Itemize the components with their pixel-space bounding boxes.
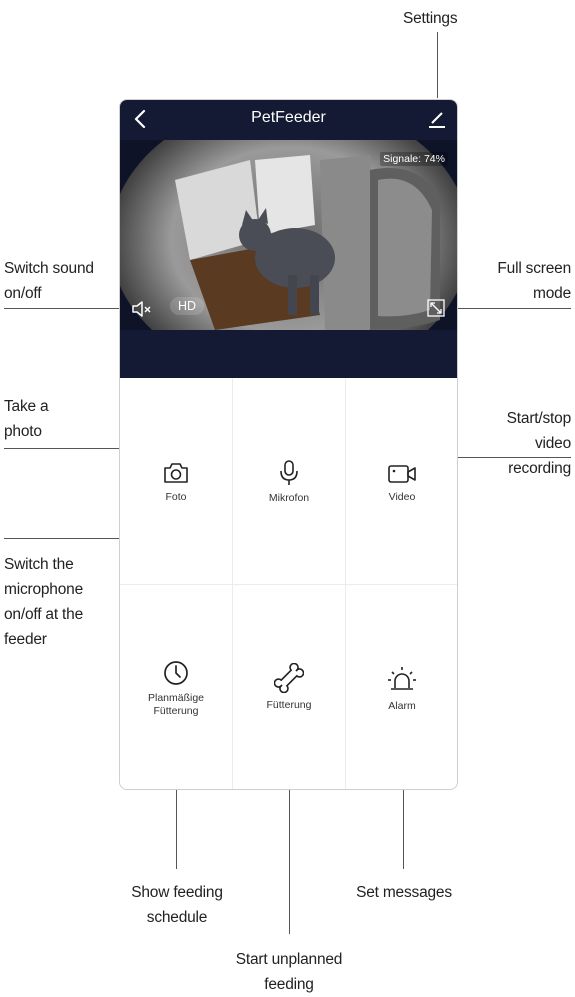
app-title: PetFeeder (251, 109, 326, 126)
pencil-icon[interactable] (427, 109, 447, 129)
video-button[interactable]: Video (346, 463, 457, 504)
foto-label: Foto (165, 491, 187, 503)
alarm-label: Alarm (388, 700, 416, 712)
schedule-label-line-2: Fütterung (153, 705, 199, 717)
switch-sound-leader-line (4, 308, 127, 309)
schedule-button[interactable]: Planmäßige Fütterung (120, 660, 232, 718)
full-screen-annotation: Full screen mode (497, 260, 571, 302)
video-footer-strip (120, 330, 457, 378)
show-schedule-annotation: Show feeding schedule (131, 884, 223, 926)
switch-microphone-annotation: Switch the microphone on/off at the feed… (4, 556, 83, 648)
take-photo-annotation: Take a photo (4, 398, 49, 440)
control-grid: Foto Mikrofon Video Planmäßige Fütterung… (120, 378, 457, 789)
alarm-light-icon (388, 667, 416, 690)
camera-icon (164, 463, 188, 483)
schedule-label-line-1: Planmäßige (147, 692, 205, 704)
settings-leader-line (437, 32, 438, 98)
fuetterung-label: Fütterung (266, 699, 312, 711)
set-messages-annotation: Set messages (356, 884, 452, 901)
clock-icon (164, 661, 188, 685)
expand-icon[interactable] (427, 299, 445, 317)
mikrofon-label: Mikrofon (268, 492, 310, 504)
full-screen-leader-line (449, 308, 571, 309)
alarm-button[interactable]: Alarm (346, 666, 457, 713)
schedule-label: Planmäßige Fütterung (120, 692, 232, 718)
foto-button[interactable]: Foto (120, 461, 232, 504)
camera-feed[interactable]: Signale: 74% HD (120, 140, 457, 330)
speaker-mute-icon[interactable] (131, 300, 153, 318)
signal-indicator: Signale: 74% (380, 152, 448, 166)
video-label: Video (388, 491, 416, 503)
microphone-icon (280, 460, 298, 485)
switch-sound-annotation: Switch sound on/off (4, 260, 94, 302)
app-header: PetFeeder (120, 100, 457, 140)
fuetterung-button[interactable]: Fütterung (233, 663, 345, 712)
bone-icon (274, 663, 304, 693)
mikrofon-button[interactable]: Mikrofon (233, 459, 345, 505)
start-unplanned-annotation: Start unplanned feeding (235, 951, 343, 993)
start-stop-video-annotation: Start/stop video recording (506, 410, 572, 477)
settings-annotation: Settings (403, 10, 458, 27)
video-camera-icon (388, 465, 416, 483)
phone-screen: PetFeeder Signale: 74% HD Foto Mikrofon … (119, 99, 458, 790)
grid-divider (120, 584, 457, 585)
hd-toggle[interactable]: HD (170, 297, 205, 315)
